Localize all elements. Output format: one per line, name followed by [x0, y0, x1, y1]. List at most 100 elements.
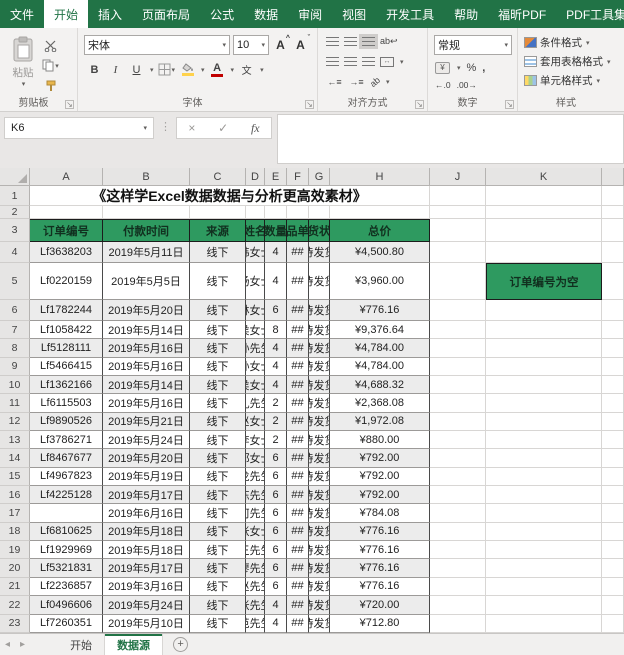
row-number-15[interactable]: 15 [0, 468, 30, 486]
data-cell-r17c1[interactable]: 2019年6月16日 [103, 504, 190, 522]
cell[interactable] [486, 596, 602, 614]
data-cell-r18c1[interactable]: 2019年5月18日 [103, 523, 190, 541]
accounting-format-button[interactable]: ¥ [435, 62, 450, 74]
column-header-E[interactable]: E [265, 168, 287, 186]
cell[interactable] [103, 206, 190, 219]
font-size-combo[interactable]: 10▾ [233, 35, 269, 55]
data-cell-r7c6[interactable]: 待发货 [309, 321, 330, 339]
cell[interactable] [486, 504, 602, 522]
data-cell-r20c1[interactable]: 2019年5月17日 [103, 559, 190, 577]
column-header-G[interactable]: G [309, 168, 330, 186]
data-cell-r10c4[interactable]: 4 [265, 376, 287, 394]
cell[interactable] [486, 376, 602, 394]
data-cell-r12c3[interactable]: 赵女士 [246, 413, 265, 431]
data-cell-r16c6[interactable]: 待发货 [309, 486, 330, 504]
data-cell-r14c0[interactable]: Lf8467677 [30, 449, 103, 467]
cell[interactable] [602, 596, 624, 614]
cell[interactable] [430, 413, 486, 431]
cell[interactable] [602, 339, 624, 357]
data-cell-r13c3[interactable]: 李女士 [246, 431, 265, 449]
ribbon-tab-11[interactable]: PDF工具集 [556, 0, 624, 28]
data-cell-r20c5[interactable]: ## [287, 559, 309, 577]
cell[interactable] [430, 468, 486, 486]
data-cell-r23c4[interactable]: 4 [265, 615, 287, 633]
ribbon-tab-9[interactable]: 帮助 [444, 0, 488, 28]
data-cell-r10c7[interactable]: ¥4,688.32 [330, 376, 430, 394]
data-cell-r16c7[interactable]: ¥792.00 [330, 486, 430, 504]
data-cell-r5c5[interactable]: ## [287, 263, 309, 300]
data-cell-r10c2[interactable]: 线下 [190, 376, 246, 394]
cell[interactable] [30, 206, 103, 219]
row-number-10[interactable]: 10 [0, 376, 30, 394]
data-cell-r23c3[interactable]: 范先生 [246, 615, 265, 633]
data-cell-r9c7[interactable]: ¥4,784.00 [330, 358, 430, 376]
data-cell-r19c6[interactable]: 待发货 [309, 541, 330, 559]
data-cell-r14c7[interactable]: ¥792.00 [330, 449, 430, 467]
data-cell-r15c7[interactable]: ¥792.00 [330, 468, 430, 486]
ribbon-tab-5[interactable]: 数据 [244, 0, 288, 28]
phonetic-guide-button[interactable]: 文 [238, 61, 255, 78]
row-number-7[interactable]: 7 [0, 321, 30, 339]
row-number-23[interactable]: 23 [0, 615, 30, 633]
data-cell-r22c3[interactable]: 张先生 [246, 596, 265, 614]
cell[interactable] [486, 186, 602, 206]
cell[interactable] [602, 486, 624, 504]
cell[interactable] [430, 186, 486, 206]
data-cell-r23c6[interactable]: 待发货 [309, 615, 330, 633]
data-cell-r17c3[interactable]: 何先生 [246, 504, 265, 522]
data-cell-r8c7[interactable]: ¥4,784.00 [330, 339, 430, 357]
data-cell-r5c1[interactable]: 2019年5月5日 [103, 263, 190, 300]
data-cell-r9c6[interactable]: 待发货 [309, 358, 330, 376]
data-cell-r14c1[interactable]: 2019年5月20日 [103, 449, 190, 467]
new-sheet-button[interactable]: + [173, 637, 188, 652]
data-cell-r6c7[interactable]: ¥776.16 [330, 300, 430, 321]
data-cell-r17c6[interactable]: 待发货 [309, 504, 330, 522]
data-cell-r22c4[interactable]: 4 [265, 596, 287, 614]
data-cell-r18c7[interactable]: ¥776.16 [330, 523, 430, 541]
data-cell-r8c2[interactable]: 线下 [190, 339, 246, 357]
row-number-12[interactable]: 12 [0, 413, 30, 431]
increase-font-button[interactable]: A^ [272, 37, 289, 54]
comma-style-button[interactable]: , [482, 62, 485, 74]
row-number-19[interactable]: 19 [0, 541, 30, 559]
data-cell-r17c7[interactable]: ¥784.08 [330, 504, 430, 522]
data-cell-r16c1[interactable]: 2019年5月17日 [103, 486, 190, 504]
cell[interactable] [430, 578, 486, 596]
row-number-3[interactable]: 3 [0, 219, 30, 242]
font-color-button[interactable]: A [209, 61, 226, 78]
data-cell-r7c7[interactable]: ¥9,376.64 [330, 321, 430, 339]
data-cell-r13c6[interactable]: 待发货 [309, 431, 330, 449]
data-cell-r9c3[interactable]: 孙女士 [246, 358, 265, 376]
paste-button[interactable]: 粘贴 ▾ [4, 32, 42, 95]
align-middle-icon[interactable] [344, 37, 357, 46]
selected-cell-K6[interactable] [486, 300, 602, 321]
data-cell-r16c2[interactable]: 线下 [190, 486, 246, 504]
row-number-16[interactable]: 16 [0, 486, 30, 504]
data-cell-r11c4[interactable]: 2 [265, 394, 287, 412]
data-cell-r14c3[interactable]: 郑女士 [246, 449, 265, 467]
ribbon-tab-0[interactable]: 文件 [0, 0, 44, 28]
data-cell-r9c4[interactable]: 4 [265, 358, 287, 376]
data-cell-r12c0[interactable]: Lf9890526 [30, 413, 103, 431]
sheet-nav-right-icon[interactable]: ▸ [15, 634, 30, 655]
cell[interactable] [430, 559, 486, 577]
data-cell-r11c7[interactable]: ¥2,368.08 [330, 394, 430, 412]
enter-button[interactable]: ✓ [218, 121, 228, 135]
data-cell-r4c1[interactable]: 2019年5月11日 [103, 242, 190, 263]
data-cell-r20c7[interactable]: ¥776.16 [330, 559, 430, 577]
data-cell-r9c0[interactable]: Lf5466415 [30, 358, 103, 376]
cell[interactable] [486, 321, 602, 339]
data-cell-r23c0[interactable]: Lf7260351 [30, 615, 103, 633]
data-cell-r17c2[interactable]: 线下 [190, 504, 246, 522]
data-cell-r4c5[interactable]: ## [287, 242, 309, 263]
column-header-H[interactable]: H [330, 168, 430, 186]
data-cell-r4c7[interactable]: ¥4,500.80 [330, 242, 430, 263]
row-number-8[interactable]: 8 [0, 339, 30, 357]
column-header-D[interactable]: D [246, 168, 265, 186]
row-number-17[interactable]: 17 [0, 504, 30, 522]
formula-input[interactable] [277, 114, 624, 164]
data-cell-r5c7[interactable]: ¥3,960.00 [330, 263, 430, 300]
data-cell-r12c2[interactable]: 线下 [190, 413, 246, 431]
cell[interactable] [430, 504, 486, 522]
data-cell-r7c2[interactable]: 线下 [190, 321, 246, 339]
